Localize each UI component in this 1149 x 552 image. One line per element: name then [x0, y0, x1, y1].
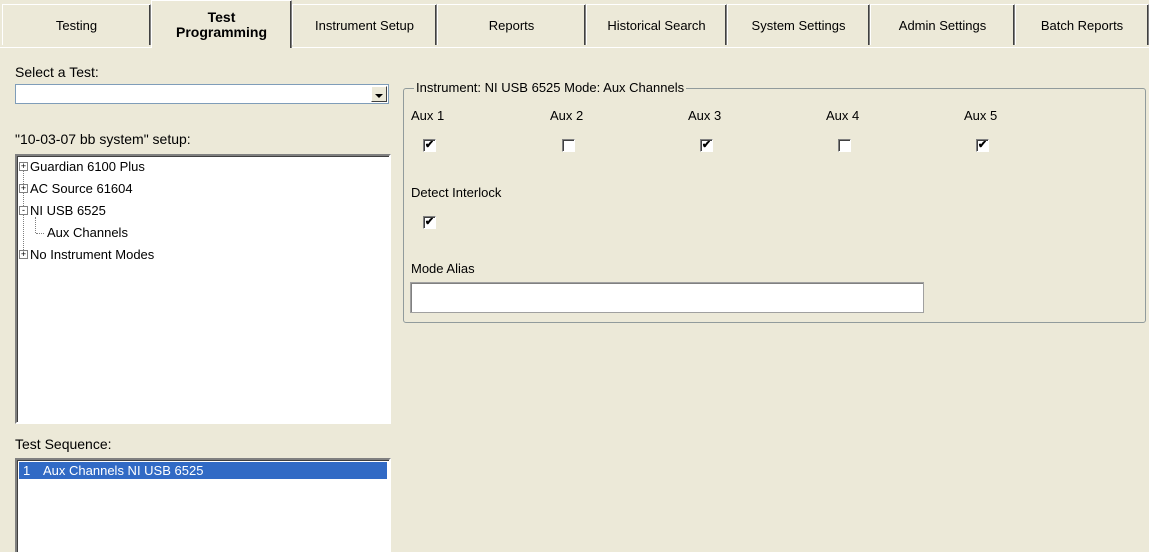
select-test-label: Select a Test:: [15, 64, 99, 80]
mode-alias-input[interactable]: [410, 282, 924, 313]
detect-interlock-label: Detect Interlock: [411, 185, 502, 200]
aux2-checkbox[interactable]: [562, 139, 575, 152]
tree-node-label: NI USB 6525: [30, 203, 106, 218]
tab-testing[interactable]: Testing: [2, 4, 151, 45]
dropdown-arrow-button[interactable]: [371, 86, 387, 102]
test-sequence-list[interactable]: 1 Aux Channels NI USB 6525: [15, 458, 391, 552]
instrument-tree[interactable]: + Guardian 6100 Plus + AC Source 61604 -…: [15, 154, 391, 424]
aux4-checkbox[interactable]: [838, 139, 851, 152]
tree-node-no-modes[interactable]: + No Instrument Modes: [19, 247, 154, 262]
tab-historical-search[interactable]: Historical Search: [586, 4, 727, 45]
tab-reports[interactable]: Reports: [437, 4, 586, 45]
sequence-item[interactable]: 1 Aux Channels NI USB 6525: [19, 462, 387, 479]
test-sequence-label: Test Sequence:: [15, 436, 112, 452]
tab-test-programming-label: Test Programming: [175, 8, 267, 40]
group-title: Instrument: NI USB 6525 Mode: Aux Channe…: [414, 80, 687, 95]
aux1-label: Aux 1: [411, 108, 445, 123]
sequence-label: Aux Channels NI USB 6525: [43, 463, 204, 478]
tab-bar: Testing Test Programming Instrument Setu…: [0, 0, 1149, 48]
tab-instrument-setup[interactable]: Instrument Setup: [292, 4, 437, 45]
tab-test-programming[interactable]: Test Programming: [151, 0, 292, 48]
tree-connector: [36, 233, 44, 234]
setup-label: "10-03-07 bb system" setup:: [15, 131, 191, 147]
tree-node-guardian[interactable]: + Guardian 6100 Plus: [19, 159, 145, 174]
expand-icon[interactable]: +: [19, 162, 28, 171]
collapse-icon[interactable]: -: [19, 206, 28, 215]
tree-node-aux-channels[interactable]: Aux Channels: [47, 225, 128, 240]
aux2-label: Aux 2: [550, 108, 584, 123]
aux5-label: Aux 5: [964, 108, 998, 123]
sequence-number: 1: [23, 463, 31, 478]
expand-icon[interactable]: +: [19, 250, 28, 259]
select-test-dropdown[interactable]: [15, 84, 389, 104]
tab-admin-settings[interactable]: Admin Settings: [870, 4, 1015, 45]
tree-node-label: Aux Channels: [47, 225, 128, 240]
chevron-down-icon: [375, 93, 383, 98]
aux5-checkbox[interactable]: ✔: [976, 139, 989, 152]
aux3-checkbox[interactable]: ✔: [700, 139, 713, 152]
aux1-checkbox[interactable]: ✔: [423, 139, 436, 152]
tree-connector: [35, 217, 36, 233]
detect-interlock-checkbox[interactable]: ✔: [423, 216, 436, 229]
tree-node-label: Guardian 6100 Plus: [30, 159, 145, 174]
tree-node-label: No Instrument Modes: [30, 247, 155, 262]
tab-system-settings[interactable]: System Settings: [727, 4, 870, 45]
tree-node-label: AC Source 61604: [30, 181, 133, 196]
aux3-label: Aux 3: [688, 108, 722, 123]
tab-batch-reports[interactable]: Batch Reports: [1015, 4, 1149, 45]
mode-alias-label: Mode Alias: [411, 261, 475, 276]
tree-node-ni-usb[interactable]: - NI USB 6525: [19, 203, 106, 218]
aux4-label: Aux 4: [826, 108, 860, 123]
expand-icon[interactable]: +: [19, 184, 28, 193]
tree-node-ac-source[interactable]: + AC Source 61604: [19, 181, 133, 196]
